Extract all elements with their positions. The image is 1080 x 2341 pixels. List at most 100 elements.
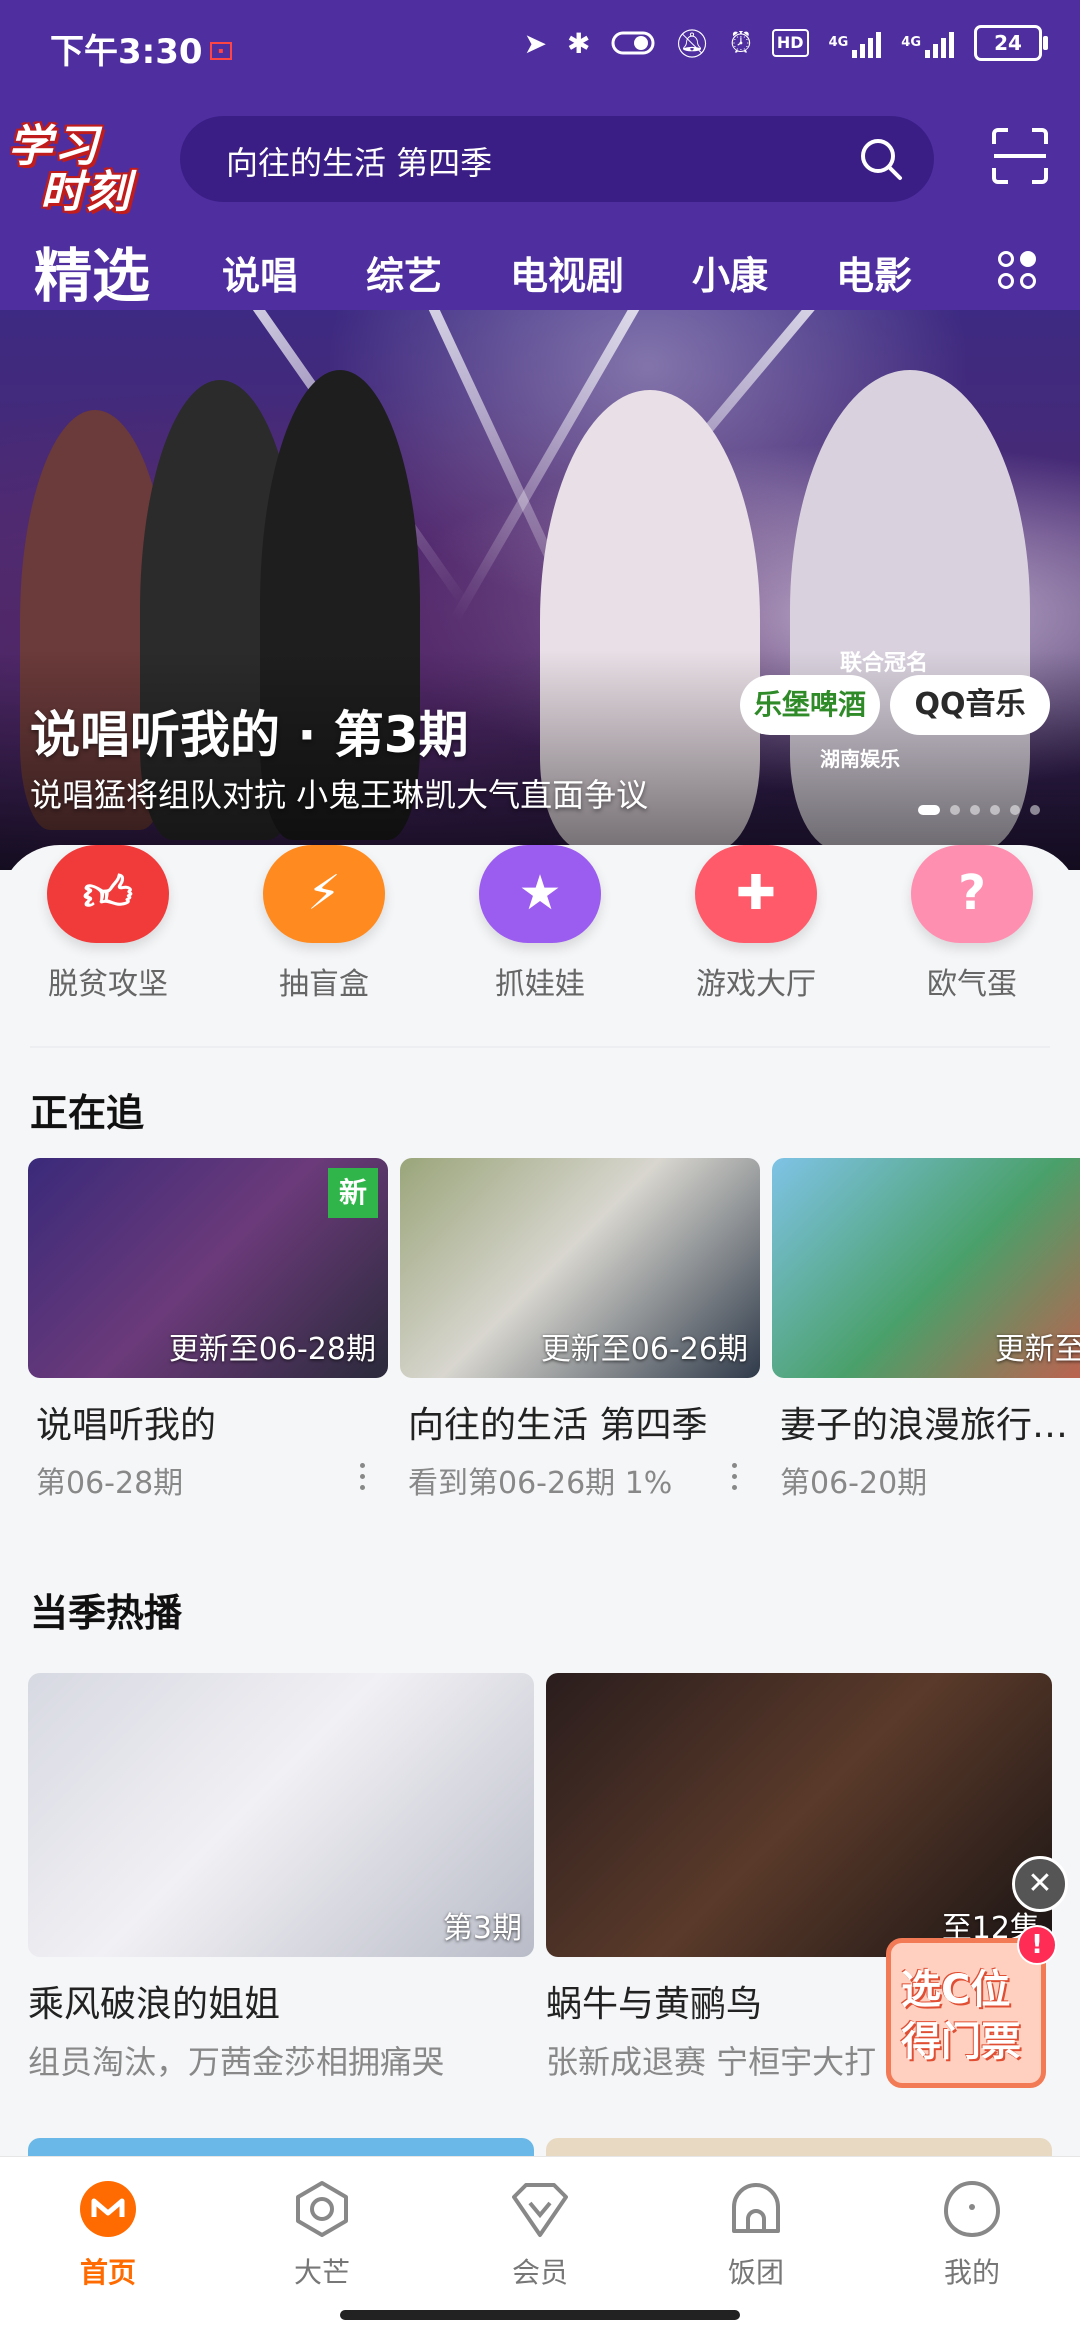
notification-badge-icon: ▪	[210, 42, 232, 60]
new-badge: 新	[328, 1168, 378, 1218]
nav-label: 饭团	[727, 2256, 784, 2289]
home-mango-icon	[80, 2181, 136, 2237]
signal-1-icon: 4G	[829, 22, 882, 64]
status-time: 下午3:30	[50, 32, 203, 72]
floating-promo[interactable]: 选C位 得门票 !	[886, 1925, 1057, 2088]
update-label: 更新至06-28期	[168, 1332, 376, 1367]
profile-icon	[943, 2180, 1001, 2238]
card-subtitle: 第06-28期	[36, 1466, 184, 1501]
toggle-icon	[611, 22, 655, 64]
nav-label: 大芒	[293, 2256, 350, 2289]
tab-variety[interactable]: 综艺	[366, 245, 442, 300]
search-bar[interactable]: 向往的生活 第四季	[180, 116, 934, 202]
following-card[interactable]: 更新至06-27 妻子的浪漫旅行… 第06-20期	[772, 1158, 1080, 1502]
quick-label: 抽盲盒	[279, 967, 369, 1002]
claw-machine-icon: ★	[479, 845, 601, 943]
quick-lucky-egg[interactable]: ? 欧气蛋	[882, 845, 1062, 1003]
more-options-icon[interactable]	[360, 1463, 366, 1493]
following-card[interactable]: 更新至06-26期 向往的生活 第四季 看到第06-26期 1%	[400, 1158, 760, 1502]
network-label-2: 4G	[901, 35, 921, 50]
promo-line-1: 选C位	[901, 1967, 1011, 2013]
more-tabs-icon[interactable]	[996, 251, 1040, 295]
next-card-peek	[28, 2138, 534, 2158]
nav-label: 会员	[511, 2256, 568, 2289]
tab-featured[interactable]: 精选	[34, 229, 150, 313]
app-logo[interactable]: 学习 时刻	[0, 110, 160, 218]
hd-label: HD	[771, 29, 809, 57]
status-icons: ➤ ✱ 🔕︎ ⏰︎ HD 4G 4G 24	[523, 22, 1048, 64]
quick-entry-row: 👍︎ 脱贫攻坚 ⚡ 抽盲盒 ★ 抓娃娃 ✚ 游戏大厅 ? 欧气蛋	[0, 845, 1080, 1045]
sponsor-beer: 乐堡啤酒	[740, 675, 880, 735]
nav-vip[interactable]: 会员	[470, 2177, 610, 2291]
search-placeholder: 向往的生活 第四季	[226, 144, 493, 182]
next-card-peek	[546, 2138, 1052, 2158]
status-bar: 下午3:30 ▪ ➤ ✱ 🔕︎ ⏰︎ HD 4G 4G 24	[0, 0, 1080, 100]
hero-title: 说唱听我的 · 第3期	[30, 706, 469, 764]
vip-icon	[512, 2183, 568, 2237]
sponsor-label: 联合冠名	[840, 651, 929, 676]
following-thumbnail: 更新至06-26期	[400, 1158, 760, 1378]
promo-line-2: 得门票	[901, 2019, 1021, 2065]
promo-alert-badge: !	[1017, 1925, 1057, 1965]
sponsor-badge: 联合冠名 乐堡啤酒 QQ音乐 湖南娱乐	[740, 645, 1060, 775]
mute-icon: 🔕︎	[674, 26, 711, 60]
tab-tv-series[interactable]: 电视剧	[510, 245, 624, 300]
battery-icon: 24	[974, 25, 1048, 61]
lucky-egg-icon: ?	[911, 845, 1033, 943]
hero-subtitle: 说唱猛将组队对抗 小鬼王琳凯大气直面争议	[30, 776, 649, 814]
carousel-indicator	[918, 805, 1040, 815]
hot-thumbnail: 至12集	[546, 1673, 1052, 1957]
tab-xiaokang[interactable]: 小康	[692, 245, 768, 300]
following-list: 新 更新至06-28期 说唱听我的 第06-28期 更新至06-26期 向往的生…	[28, 1158, 1080, 1518]
gamepad-icon: ✚	[695, 845, 817, 943]
quick-poverty-alleviation[interactable]: 👍︎ 脱贫攻坚	[18, 845, 198, 1003]
hd-icon: HD	[771, 22, 809, 64]
card-title: 说唱听我的	[36, 1405, 217, 1446]
category-tabs: 精选 说唱 综艺 电视剧 小康 电影	[0, 225, 1080, 315]
update-label: 更新至06-26期	[540, 1332, 748, 1367]
scan-icon[interactable]	[990, 126, 1050, 186]
quick-game-hall[interactable]: ✚ 游戏大厅	[666, 845, 846, 1003]
episode-badge: 第3期	[442, 1911, 522, 1946]
update-label: 更新至06-27	[994, 1332, 1080, 1367]
nav-label: 我的	[943, 2256, 1000, 2289]
nav-profile[interactable]: 我的	[902, 2177, 1042, 2291]
network-label: 4G	[828, 35, 849, 50]
alarm-icon: ⏰︎	[730, 26, 752, 59]
tab-movies[interactable]: 电影	[836, 245, 912, 300]
nav-damang[interactable]: 大芒	[252, 2177, 392, 2291]
signal-2-icon: 4G	[901, 22, 954, 64]
search-icon[interactable]	[858, 136, 904, 182]
close-icon[interactable]: ✕	[1012, 1856, 1068, 1912]
quick-claw-machine[interactable]: ★ 抓娃娃	[450, 845, 630, 1003]
quick-label: 欧气蛋	[927, 967, 1017, 1002]
card-title: 妻子的浪漫旅行…	[780, 1405, 1069, 1446]
card-subtitle: 看到第06-26期 1%	[408, 1466, 673, 1501]
home-indicator[interactable]	[340, 2310, 740, 2320]
hot-card[interactable]: 第3期 乘风破浪的姐姐 组员淘汰，万茜金莎相拥痛哭	[28, 1673, 534, 2083]
section-title-following: 正在追	[30, 1091, 145, 1135]
sponsor-hunan: 湖南娱乐	[820, 747, 900, 771]
damang-icon	[296, 2181, 348, 2237]
more-options-icon[interactable]	[732, 1463, 738, 1493]
nav-fan-group[interactable]: 饭团	[686, 2177, 826, 2291]
quick-label: 游戏大厅	[696, 967, 816, 1002]
quick-label: 抓娃娃	[495, 967, 585, 1002]
quick-blind-box[interactable]: ⚡ 抽盲盒	[234, 845, 414, 1003]
location-icon: ➤	[523, 26, 548, 60]
nav-home[interactable]: 首页	[38, 2177, 178, 2291]
logo-line-2: 时刻	[40, 167, 132, 218]
gift-box-icon: ⚡	[263, 845, 385, 943]
bluetooth-icon: ✱	[567, 26, 591, 60]
section-title-hot: 当季热播	[30, 1591, 183, 1635]
tab-rap[interactable]: 说唱	[222, 245, 298, 300]
following-card[interactable]: 新 更新至06-28期 说唱听我的 第06-28期	[28, 1158, 388, 1502]
quick-label: 脱贫攻坚	[48, 967, 168, 1002]
hero-banner[interactable]: 联合冠名 乐堡啤酒 QQ音乐 湖南娱乐 说唱听我的 · 第3期 说唱猛将组队对抗…	[0, 310, 1080, 870]
card-subtitle: 组员淘汰，万茜金莎相拥痛哭	[28, 2043, 445, 2081]
card-subtitle: 第06-20期	[780, 1466, 928, 1501]
following-thumbnail: 更新至06-27	[772, 1158, 1080, 1378]
following-thumbnail: 新 更新至06-28期	[28, 1158, 388, 1378]
hot-thumbnail: 第3期	[28, 1673, 534, 1957]
fan-group-icon	[732, 2183, 780, 2233]
